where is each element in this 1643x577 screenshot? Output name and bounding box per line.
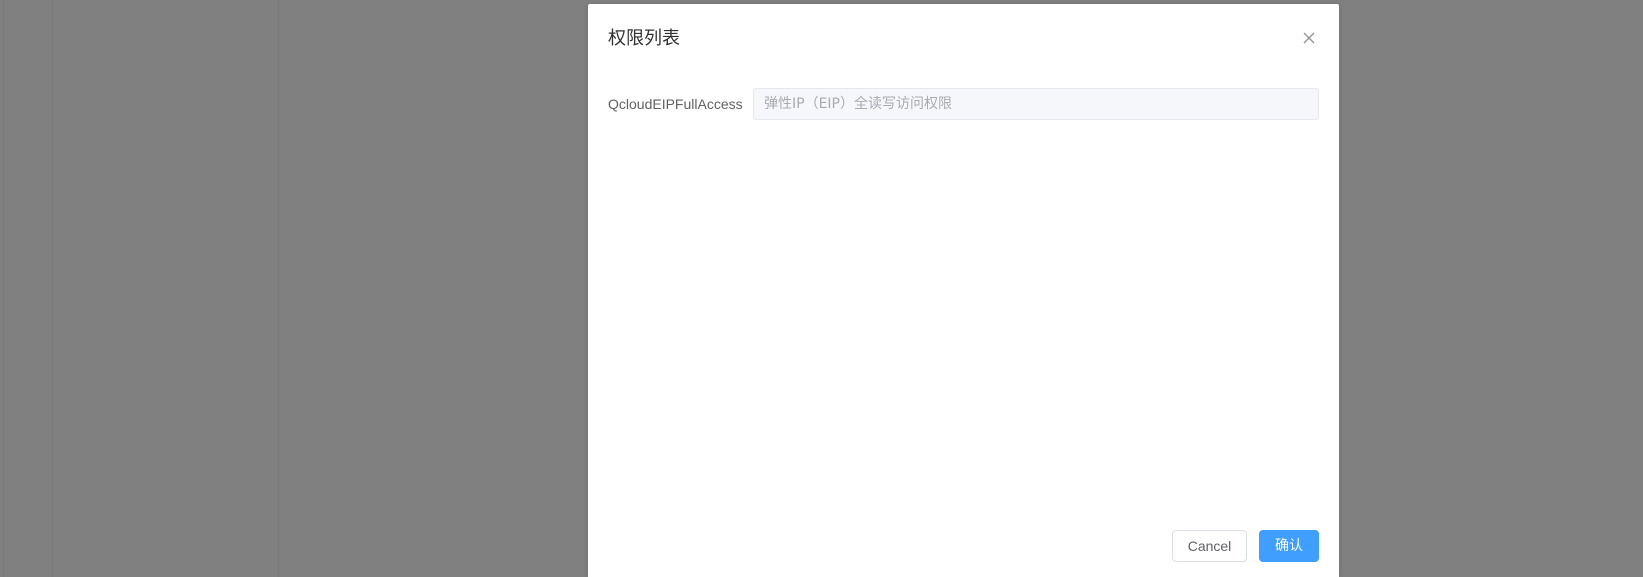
close-icon[interactable] <box>1299 28 1319 48</box>
permission-list-dialog: 权限列表 QcloudEIPFullAccess Cancel 确认 <box>588 4 1339 577</box>
dialog-header: 权限列表 <box>608 24 1319 54</box>
dialog-footer: Cancel 确认 <box>1172 530 1319 562</box>
cancel-button[interactable]: Cancel <box>1172 530 1247 562</box>
policy-description-input[interactable] <box>753 88 1319 120</box>
policy-name-label: QcloudEIPFullAccess <box>608 96 743 112</box>
confirm-button[interactable]: 确认 <box>1259 530 1319 562</box>
background-divider <box>278 0 279 577</box>
background-divider <box>52 0 53 577</box>
dialog-title: 权限列表 <box>608 28 680 49</box>
policy-form-row: QcloudEIPFullAccess <box>608 88 1319 120</box>
background-divider <box>3 0 4 577</box>
